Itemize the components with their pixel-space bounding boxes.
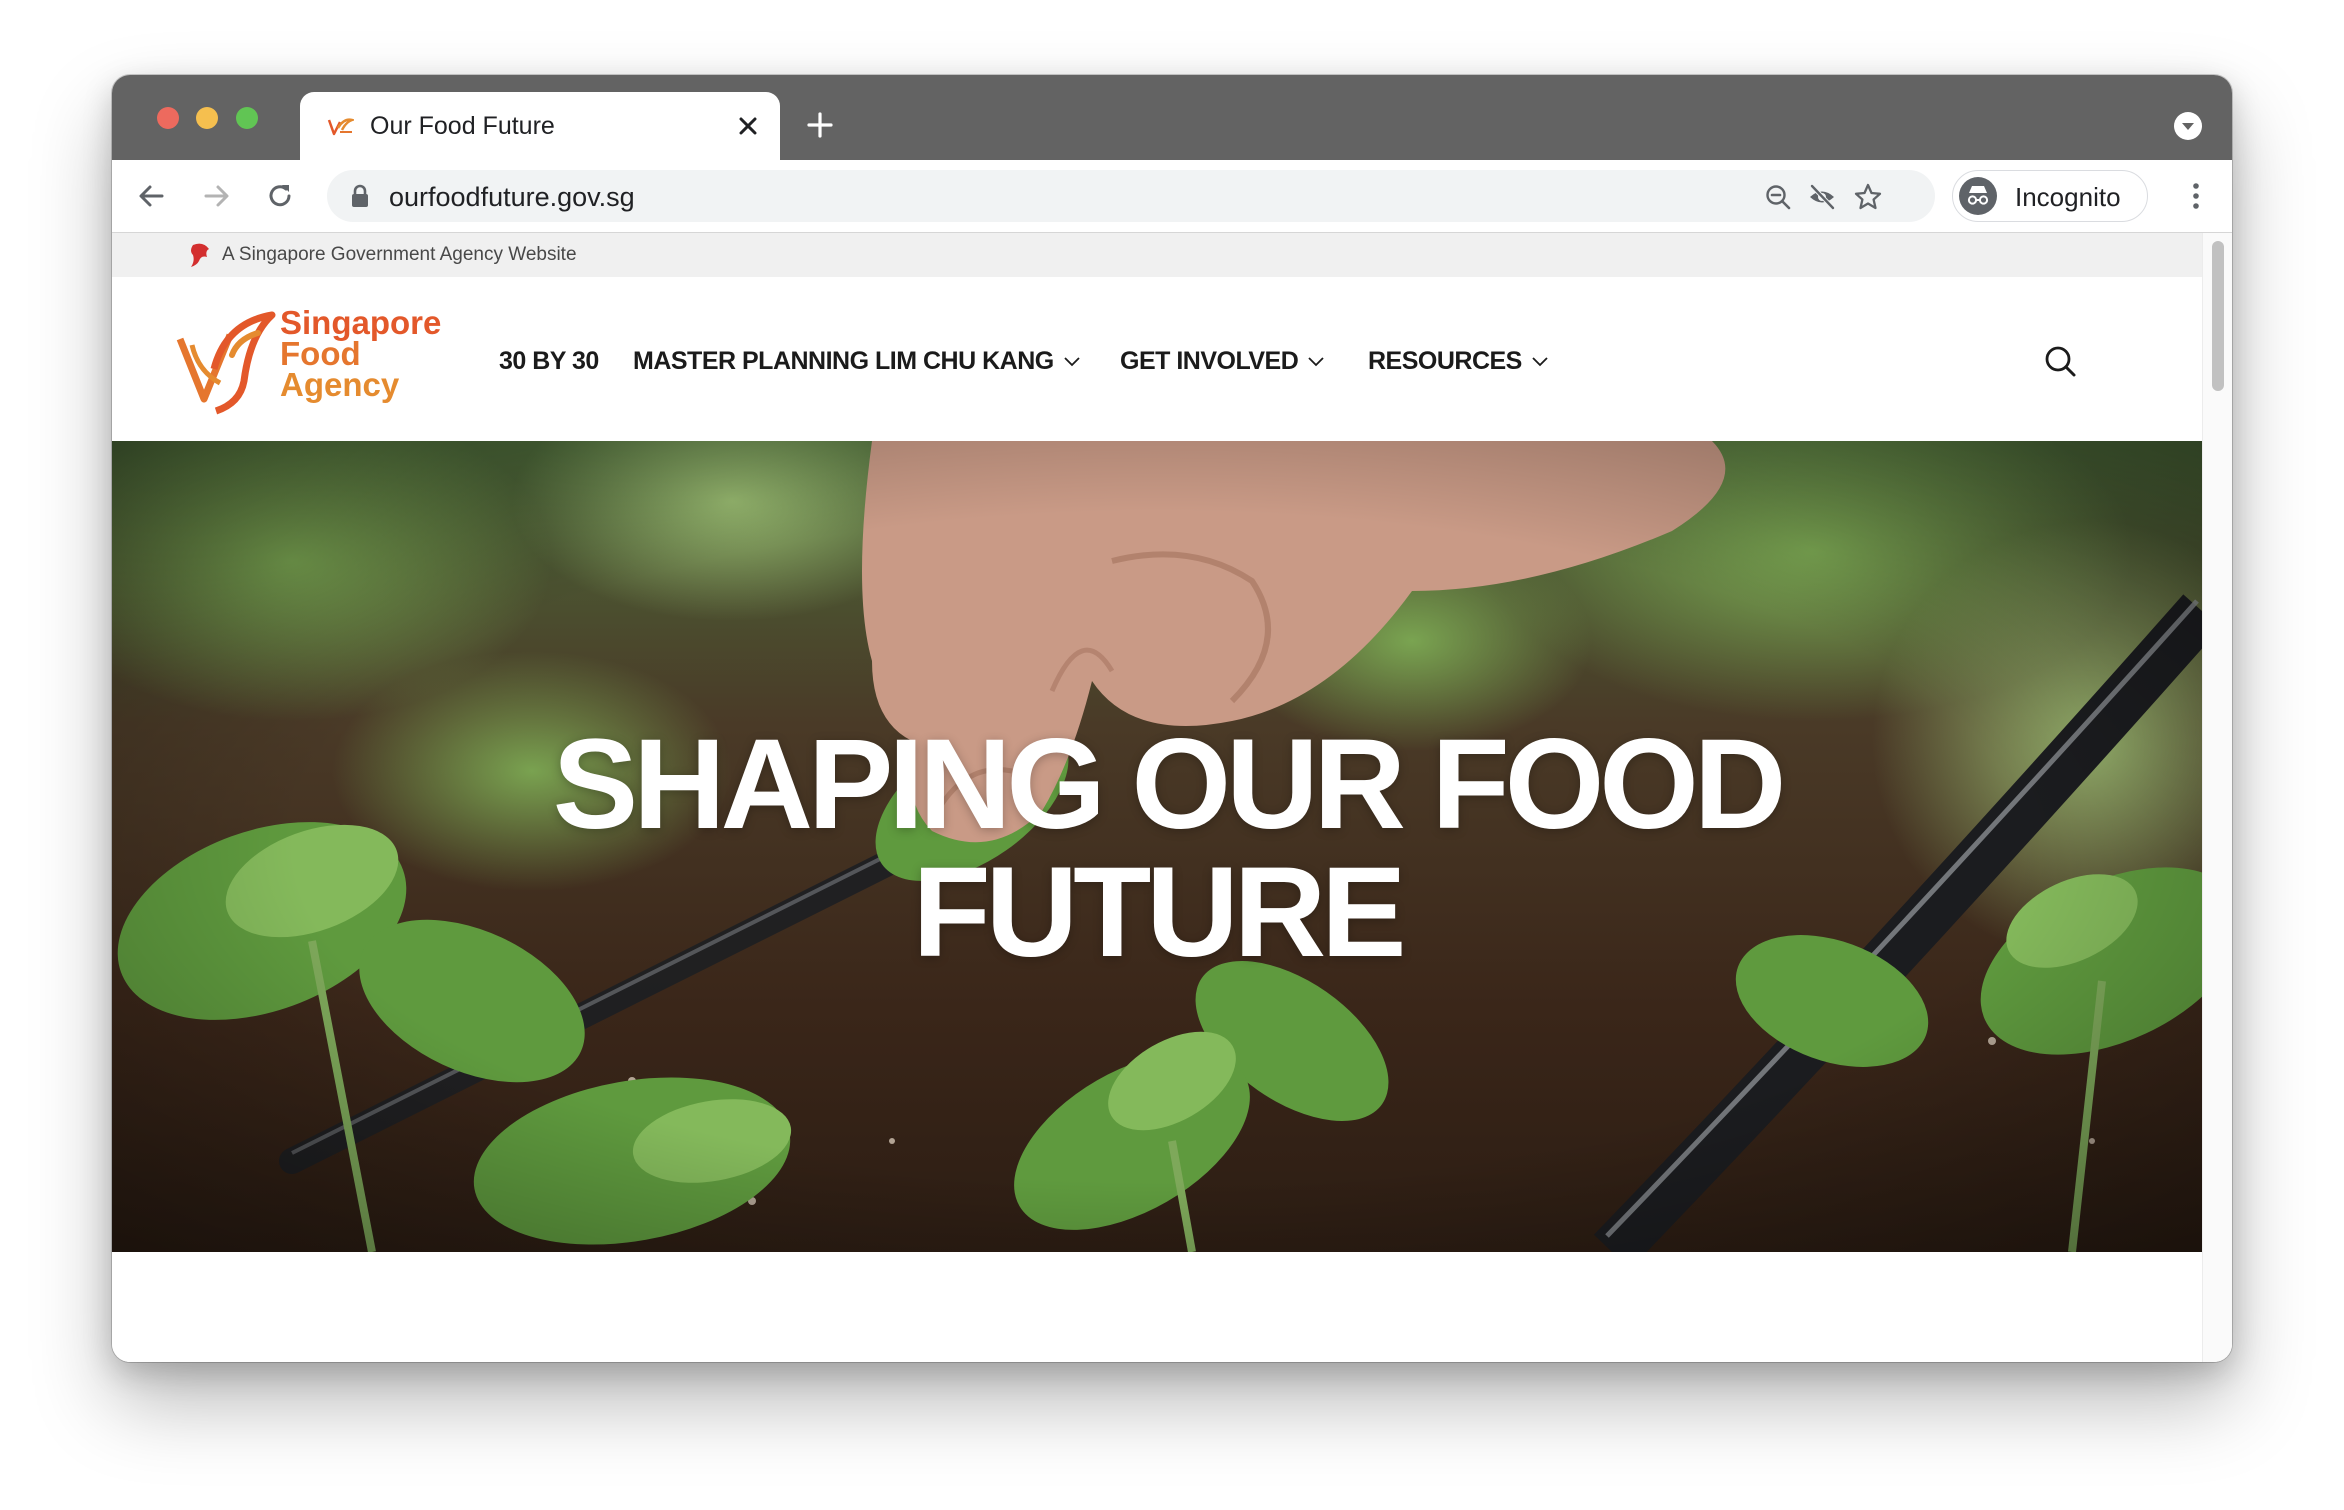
nav-item-label: MASTER PLANNING LIM CHU KANG xyxy=(633,347,1054,375)
maximize-window-button[interactable] xyxy=(236,107,258,129)
chevron-down-icon xyxy=(1064,357,1080,367)
site-header: Singapore Food Agency 30 BY 30 MASTER PL… xyxy=(112,277,2202,441)
logo-line-1: Singapore xyxy=(280,304,442,341)
chevron-down-icon xyxy=(1308,357,1324,367)
nav-item-get-involved[interactable]: GET INVOLVED xyxy=(1120,343,1324,379)
lion-head-icon xyxy=(191,243,209,267)
back-arrow-icon[interactable] xyxy=(132,176,172,216)
eye-off-icon[interactable] xyxy=(1807,182,1837,212)
nav-item-label: 30 BY 30 xyxy=(499,347,599,375)
gov-masthead: A Singapore Government Agency Website xyxy=(112,233,2202,277)
nav-item-master-planning[interactable]: MASTER PLANNING LIM CHU KANG xyxy=(633,343,1080,379)
incognito-profile-button[interactable]: Incognito xyxy=(1952,170,2148,222)
hero-title: SHAPING OUR FOOD FUTURE xyxy=(112,721,2202,977)
lock-icon[interactable] xyxy=(349,183,371,209)
bookmark-star-icon[interactable] xyxy=(1853,182,1883,212)
new-tab-icon[interactable] xyxy=(802,107,838,143)
search-icon[interactable] xyxy=(2042,343,2078,379)
page-viewport: A Singapore Government Agency Website Si… xyxy=(112,233,2232,1362)
tab-strip: Our Food Future xyxy=(112,75,2232,160)
logo-line-3: Agency xyxy=(280,366,400,403)
url-text[interactable]: ourfoodfuture.gov.sg xyxy=(389,182,635,213)
hero-title-line-2: FUTURE xyxy=(912,841,1406,984)
close-window-button[interactable] xyxy=(157,107,179,129)
nav-item-label: RESOURCES xyxy=(1368,347,1522,375)
logo-wordmark: Singapore Food Agency xyxy=(280,304,442,403)
hero-title-line-1: SHAPING OUR FOOD xyxy=(552,713,1787,856)
vertical-scrollbar[interactable] xyxy=(2202,233,2232,1362)
chevron-down-icon xyxy=(1532,357,1548,367)
incognito-icon xyxy=(1959,177,1997,215)
nav-item-label: GET INVOLVED xyxy=(1120,347,1299,375)
more-menu-icon[interactable] xyxy=(2178,178,2214,214)
nav-item-resources[interactable]: RESOURCES xyxy=(1368,343,1548,379)
browser-toolbar: ourfoodfuture.gov.sg Incognito xyxy=(112,160,2232,233)
reload-icon[interactable] xyxy=(260,176,300,216)
nav-item-30-by-30[interactable]: 30 BY 30 xyxy=(499,343,599,379)
tab-title: Our Food Future xyxy=(370,112,555,140)
tab-active[interactable]: Our Food Future xyxy=(300,92,780,160)
site-favicon-icon xyxy=(327,118,354,136)
forward-arrow-icon[interactable] xyxy=(196,176,236,216)
browser-window: Our Food Future ourfoodfuture.gov.sg Inc… xyxy=(112,75,2232,1362)
minimize-window-button[interactable] xyxy=(196,107,218,129)
close-tab-icon[interactable] xyxy=(732,110,764,142)
zoom-out-icon[interactable] xyxy=(1763,182,1793,212)
gov-banner-text: A Singapore Government Agency Website xyxy=(222,244,577,265)
incognito-label: Incognito xyxy=(2015,182,2121,212)
address-bar[interactable]: ourfoodfuture.gov.sg xyxy=(327,170,1935,222)
logo-line-2: Food xyxy=(280,335,361,372)
scrollbar-thumb[interactable] xyxy=(2212,241,2224,391)
sfa-logo-icon xyxy=(176,311,276,415)
chevron-down-icon xyxy=(2182,123,2194,130)
hero-banner: SHAPING OUR FOOD FUTURE xyxy=(112,441,2202,1252)
tab-search-button[interactable] xyxy=(2174,112,2202,140)
